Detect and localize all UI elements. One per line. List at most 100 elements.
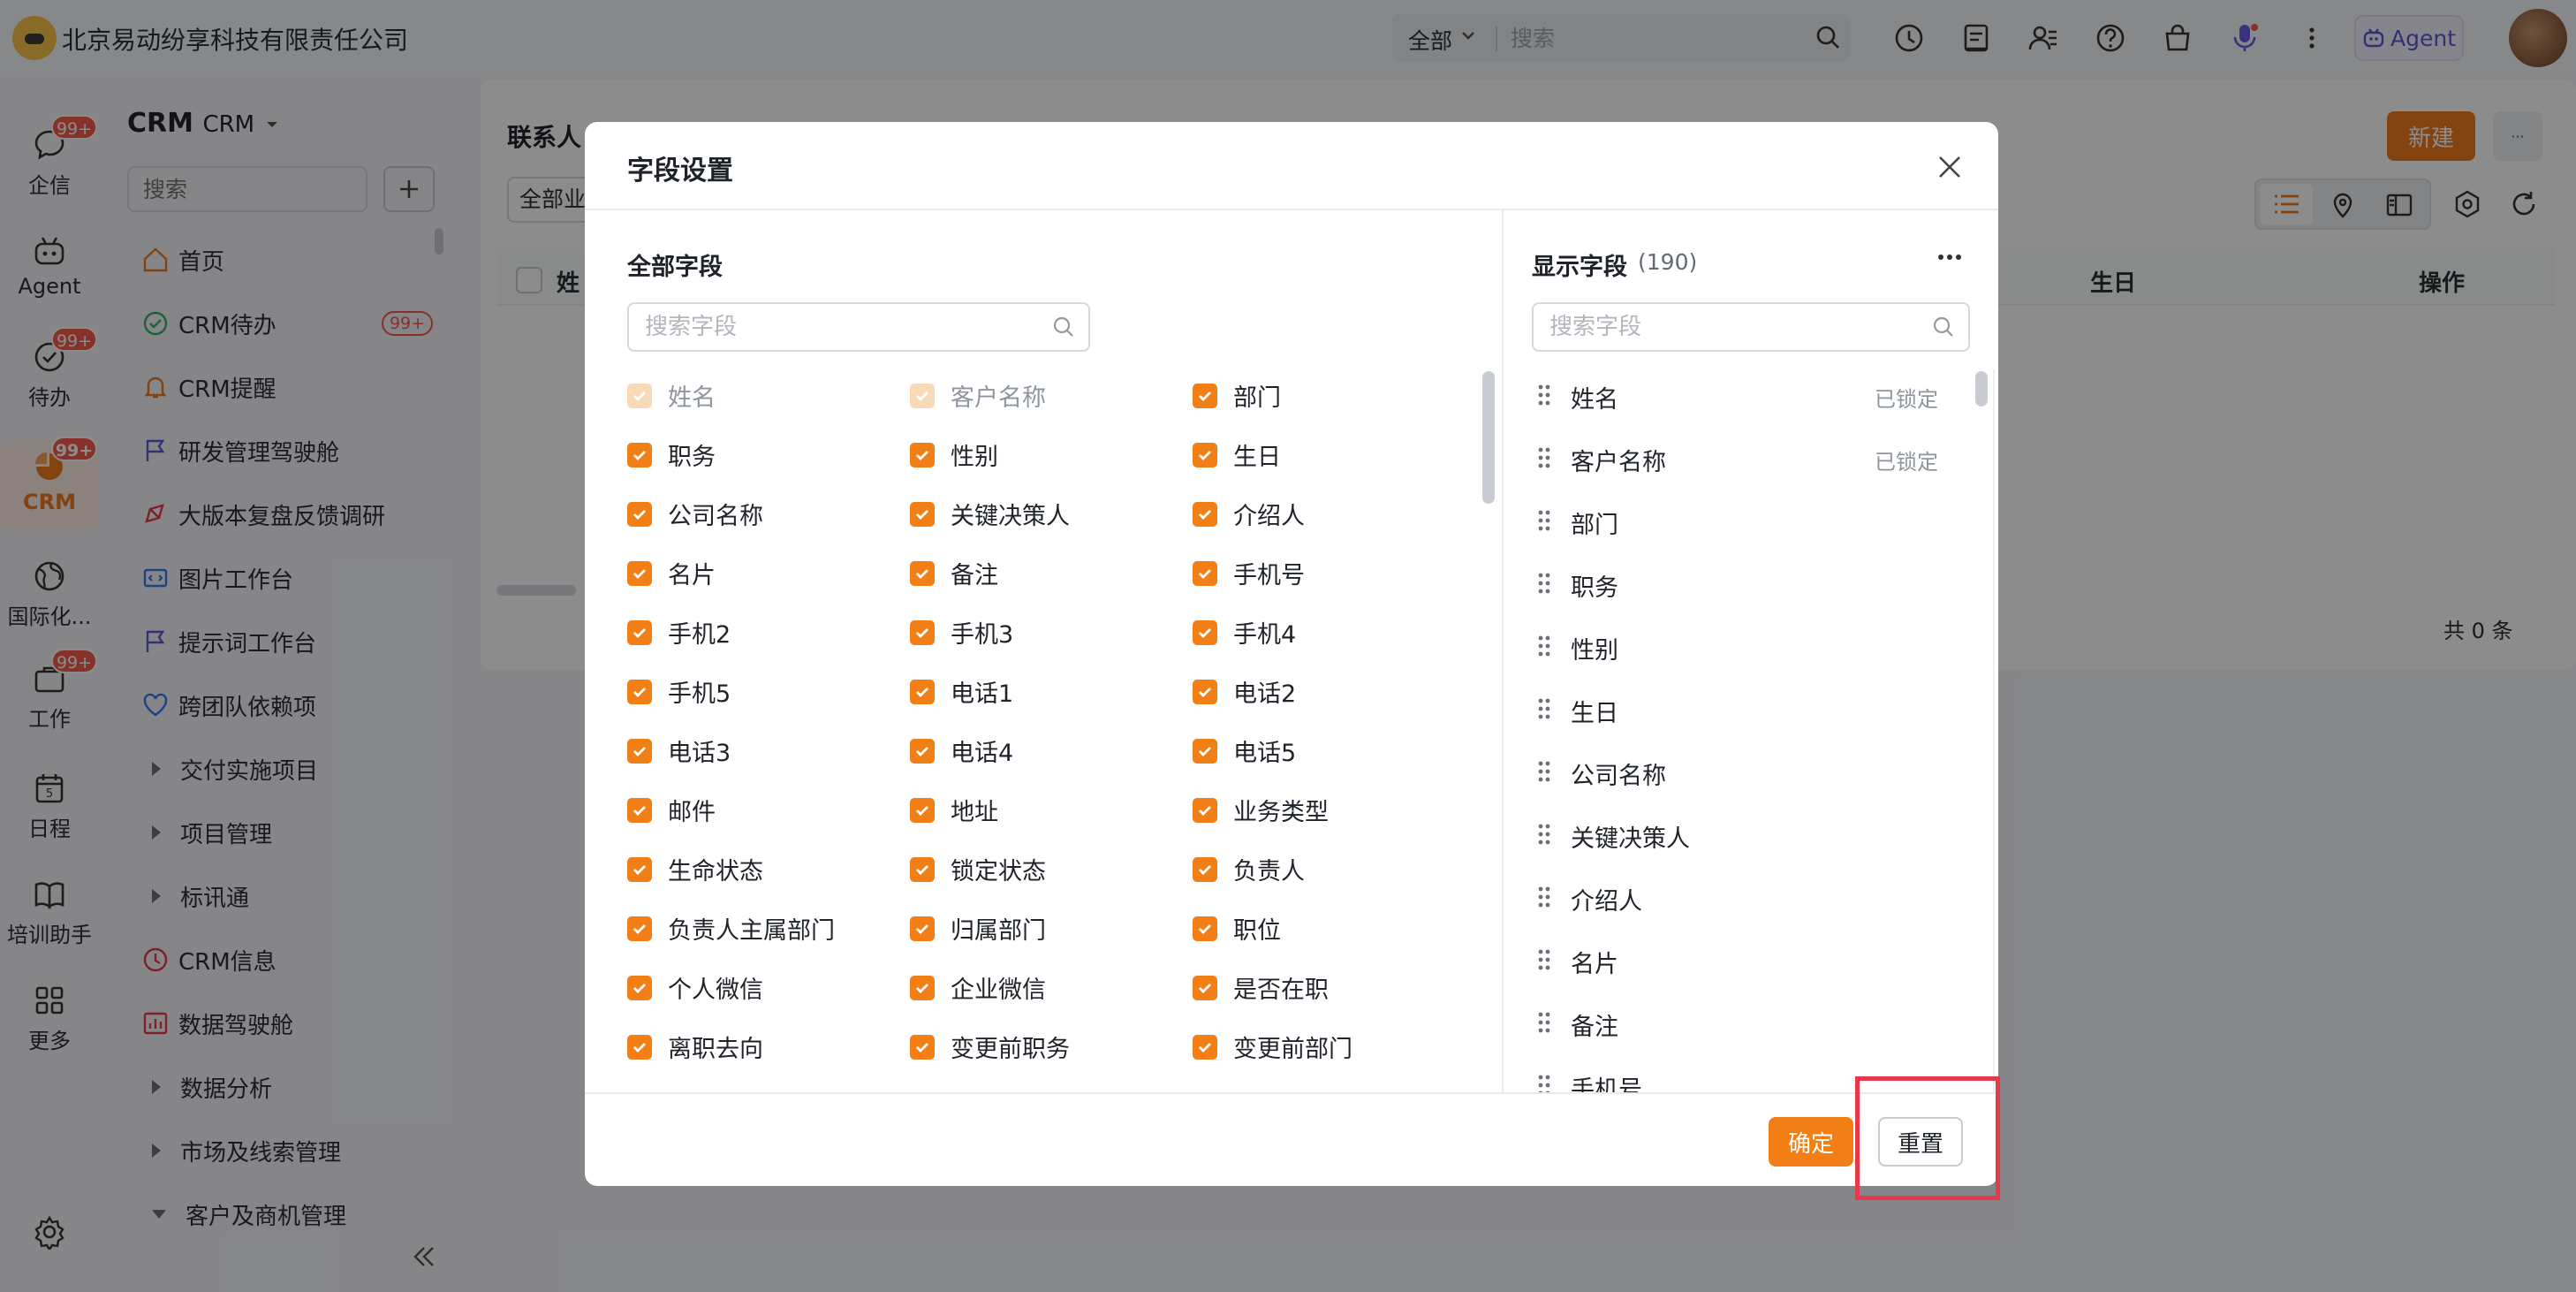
field-option[interactable]: 职务	[627, 437, 716, 472]
confirm-button[interactable]: 确定	[1769, 1117, 1853, 1167]
field-checkbox[interactable]	[1193, 501, 1217, 527]
field-checkbox[interactable]	[1193, 383, 1217, 408]
field-label: 部门	[1233, 384, 1281, 412]
drag-handle-icon[interactable]	[1537, 384, 1551, 407]
shown-field-label: 客户名称	[1571, 449, 1666, 476]
shown-field-row[interactable]: 性别	[1504, 620, 1963, 670]
fields-scrollbar[interactable]	[1482, 371, 1495, 504]
field-option[interactable]: 业务类型	[1193, 793, 1329, 827]
field-checkbox[interactable]	[627, 442, 652, 467]
field-option[interactable]: 负责人主属部门	[627, 911, 835, 946]
field-checkbox[interactable]	[627, 560, 652, 586]
field-checkbox[interactable]	[1193, 560, 1217, 586]
shown-field-row[interactable]: 生日	[1504, 683, 1963, 733]
drag-handle-icon[interactable]	[1537, 697, 1551, 720]
field-option[interactable]: 部门	[1193, 378, 1281, 413]
shown-field-row[interactable]: 姓名 已锁定	[1504, 369, 1963, 419]
field-option[interactable]: 负责人	[1193, 852, 1305, 886]
field-checkbox[interactable]	[627, 501, 652, 527]
field-checkbox[interactable]	[627, 975, 652, 1000]
field-option[interactable]: 个人微信	[627, 970, 763, 1005]
shown-field-row[interactable]: 备注	[1504, 997, 1963, 1046]
field-option[interactable]: 变更前职务	[910, 1030, 1070, 1064]
shown-field-row[interactable]: 部门	[1504, 495, 1963, 544]
field-option[interactable]: 手机2	[627, 615, 731, 650]
field-checkbox[interactable]	[627, 738, 652, 764]
field-option[interactable]: 介绍人	[1193, 497, 1305, 531]
field-checkbox[interactable]	[1193, 679, 1217, 704]
shown-fields-scrollbar[interactable]	[1975, 371, 1988, 407]
close-icon[interactable]	[1935, 152, 1965, 182]
field-checkbox[interactable]	[627, 1034, 652, 1060]
field-option[interactable]: 性别	[910, 437, 998, 472]
shown-field-row[interactable]: 公司名称	[1504, 746, 1963, 795]
field-option[interactable]: 生日	[1193, 437, 1281, 472]
field-option[interactable]: 公司名称	[627, 497, 763, 531]
field-option[interactable]: 名片	[627, 556, 716, 590]
field-checkbox[interactable]	[910, 856, 935, 882]
shown-field-row[interactable]: 名片	[1504, 934, 1963, 984]
drag-handle-icon[interactable]	[1537, 948, 1551, 971]
field-option[interactable]: 离职去向	[627, 1030, 763, 1064]
more-horizontal-icon[interactable]	[1936, 253, 1963, 262]
field-option[interactable]: 地址	[910, 793, 998, 827]
drag-handle-icon[interactable]	[1537, 446, 1551, 469]
shown-field-row[interactable]: 职务	[1504, 558, 1963, 607]
field-checkbox[interactable]	[1193, 738, 1217, 764]
drag-handle-icon[interactable]	[1537, 509, 1551, 532]
field-option[interactable]: 锁定状态	[910, 852, 1046, 886]
all-fields-search-input[interactable]	[627, 302, 1090, 352]
field-option[interactable]: 归属部门	[910, 911, 1046, 946]
field-option[interactable]: 电话4	[910, 733, 1013, 768]
field-checkbox[interactable]	[910, 916, 935, 941]
field-checkbox[interactable]	[910, 501, 935, 527]
drag-handle-icon[interactable]	[1537, 760, 1551, 783]
field-checkbox[interactable]	[910, 679, 935, 704]
field-checkbox[interactable]	[910, 1034, 935, 1060]
field-checkbox[interactable]	[1193, 975, 1217, 1000]
field-checkbox[interactable]	[627, 916, 652, 941]
field-option[interactable]: 电话1	[910, 674, 1013, 709]
field-option[interactable]: 备注	[910, 556, 998, 590]
field-option[interactable]: 电话3	[627, 733, 731, 768]
field-option[interactable]: 企业微信	[910, 970, 1046, 1005]
drag-handle-icon[interactable]	[1537, 823, 1551, 846]
shown-field-row[interactable]: 关键决策人	[1504, 809, 1963, 858]
shown-field-row[interactable]: 介绍人	[1504, 871, 1963, 921]
field-checkbox[interactable]	[910, 560, 935, 586]
field-option[interactable]: 手机3	[910, 615, 1013, 650]
shown-fields-search-input[interactable]	[1532, 302, 1970, 352]
field-option[interactable]: 职位	[1193, 911, 1281, 946]
field-checkbox[interactable]	[627, 679, 652, 704]
field-checkbox[interactable]	[627, 856, 652, 882]
drag-handle-icon[interactable]	[1537, 1011, 1551, 1034]
field-checkbox[interactable]	[910, 442, 935, 467]
shown-field-row[interactable]: 客户名称 已锁定	[1504, 432, 1963, 482]
drag-handle-icon[interactable]	[1537, 572, 1551, 595]
field-checkbox[interactable]	[910, 738, 935, 764]
field-checkbox[interactable]	[627, 797, 652, 823]
drag-handle-icon[interactable]	[1537, 1074, 1551, 1092]
field-option[interactable]: 变更前部门	[1193, 1030, 1352, 1064]
field-checkbox[interactable]	[1193, 856, 1217, 882]
field-option[interactable]: 关键决策人	[910, 497, 1070, 531]
field-checkbox[interactable]	[1193, 1034, 1217, 1060]
field-checkbox[interactable]	[1193, 442, 1217, 467]
field-option[interactable]: 生命状态	[627, 852, 763, 886]
field-option[interactable]: 手机5	[627, 674, 731, 709]
drag-handle-icon[interactable]	[1537, 635, 1551, 657]
field-checkbox[interactable]	[1193, 916, 1217, 941]
field-checkbox[interactable]	[1193, 797, 1217, 823]
field-option[interactable]: 电话2	[1193, 674, 1296, 709]
field-checkbox[interactable]	[910, 619, 935, 645]
field-option[interactable]: 是否在职	[1193, 970, 1329, 1005]
field-checkbox[interactable]	[910, 975, 935, 1000]
field-checkbox[interactable]	[627, 619, 652, 645]
drag-handle-icon[interactable]	[1537, 885, 1551, 908]
field-checkbox[interactable]	[1193, 619, 1217, 645]
field-option[interactable]: 手机号	[1193, 556, 1305, 590]
field-option[interactable]: 手机4	[1193, 615, 1296, 650]
field-checkbox[interactable]	[910, 797, 935, 823]
field-option[interactable]: 电话5	[1193, 733, 1296, 768]
field-option[interactable]: 邮件	[627, 793, 716, 827]
